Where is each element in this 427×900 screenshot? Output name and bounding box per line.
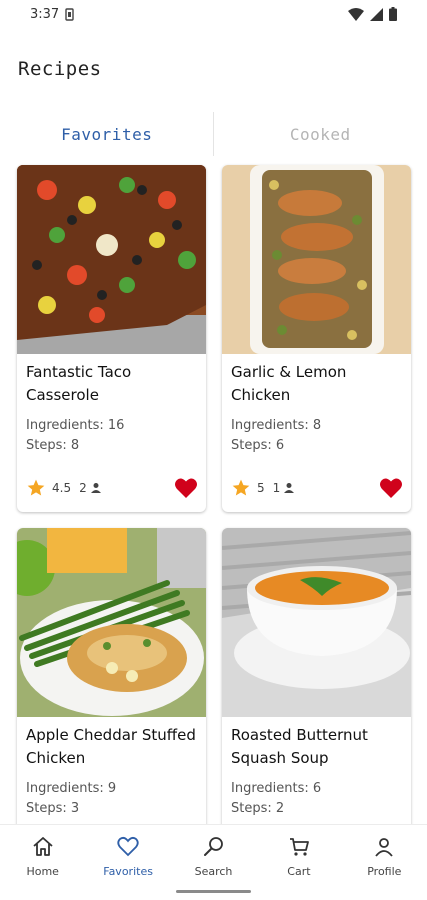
recipe-grid: Fantastic Taco Casserole Ingredients: 16… xyxy=(17,165,411,875)
recipe-steps: Steps: 6 xyxy=(231,438,285,453)
recipe-footer: 4.5 2 xyxy=(26,477,198,499)
gesture-bar[interactable] xyxy=(176,890,251,893)
favorite-heart-icon[interactable] xyxy=(379,477,403,499)
recipe-ingredients: Ingredients: 6 xyxy=(231,781,322,796)
nav-label: Favorites xyxy=(103,865,153,878)
sim-icon xyxy=(65,7,74,21)
nav-label: Cart xyxy=(287,865,311,878)
wifi-icon xyxy=(348,7,364,21)
tab-divider xyxy=(213,112,214,156)
signal-icon xyxy=(370,7,383,21)
status-bar: 3:37 xyxy=(0,0,427,28)
status-time: 3:37 xyxy=(30,6,60,22)
tab-cooked[interactable]: Cooked xyxy=(214,112,427,156)
page-title: Recipes xyxy=(18,58,102,80)
recipe-ingredients: Ingredients: 16 xyxy=(26,418,125,433)
person-icon xyxy=(375,838,394,857)
recipe-photo-butternut-squash-soup xyxy=(222,528,411,717)
heart-outline-icon xyxy=(117,836,139,857)
recipe-ingredients: Ingredients: 8 xyxy=(231,418,322,433)
favorite-heart-icon[interactable] xyxy=(174,477,198,499)
star-icon xyxy=(27,479,45,496)
nav-label: Profile xyxy=(367,865,402,878)
search-icon xyxy=(203,837,223,856)
recipe-title: Apple Cheddar Stuffed Chicken xyxy=(26,726,196,767)
nav-label: Search xyxy=(194,865,233,878)
rating-value: 4.5 xyxy=(52,481,72,495)
rating-value: 5 xyxy=(257,481,265,495)
recipe-card[interactable]: Roasted Butternut Squash Soup Ingredient… xyxy=(222,528,411,875)
recipe-footer: 5 1 xyxy=(231,477,403,499)
recipe-title: Garlic & Lemon Chicken xyxy=(231,363,347,404)
cart-icon xyxy=(289,838,309,856)
person-icon xyxy=(284,483,295,493)
recipe-photo-taco-casserole xyxy=(17,165,206,354)
recipe-title: Roasted Butternut Squash Soup xyxy=(231,726,368,767)
tab-favorites[interactable]: Favorites xyxy=(0,112,214,156)
recipe-title: Fantastic Taco Casserole xyxy=(26,363,132,404)
recipe-steps: Steps: 2 xyxy=(231,801,285,816)
rating-count: 1 xyxy=(272,481,281,495)
tab-bar: Favorites Cooked xyxy=(0,112,427,156)
nav-item-cart[interactable]: Cart xyxy=(256,825,341,900)
nav-item-favorites[interactable]: Favorites xyxy=(85,825,170,900)
recipe-photo-apple-cheddar-chicken xyxy=(17,528,206,717)
recipe-ingredients: Ingredients: 9 xyxy=(26,781,117,796)
recipe-steps: Steps: 3 xyxy=(26,801,80,816)
recipe-card[interactable]: Fantastic Taco Casserole Ingredients: 16… xyxy=(17,165,206,512)
recipe-card[interactable]: Apple Cheddar Stuffed Chicken Ingredient… xyxy=(17,528,206,875)
recipe-steps: Steps: 8 xyxy=(26,438,80,453)
recipe-photo-garlic-lemon-chicken xyxy=(222,165,411,354)
nav-item-search[interactable]: Search xyxy=(171,825,256,900)
battery-icon xyxy=(389,7,397,21)
star-icon xyxy=(232,479,250,496)
bottom-nav: Home Favorites Search Cart Profile xyxy=(0,824,427,900)
nav-item-home[interactable]: Home xyxy=(0,825,85,900)
recipe-card[interactable]: Garlic & Lemon Chicken Ingredients: 8 St… xyxy=(222,165,411,512)
person-icon xyxy=(90,483,101,493)
rating-count: 2 xyxy=(79,481,87,495)
home-icon xyxy=(33,837,53,856)
nav-item-profile[interactable]: Profile xyxy=(342,825,427,900)
nav-label: Home xyxy=(26,865,59,878)
